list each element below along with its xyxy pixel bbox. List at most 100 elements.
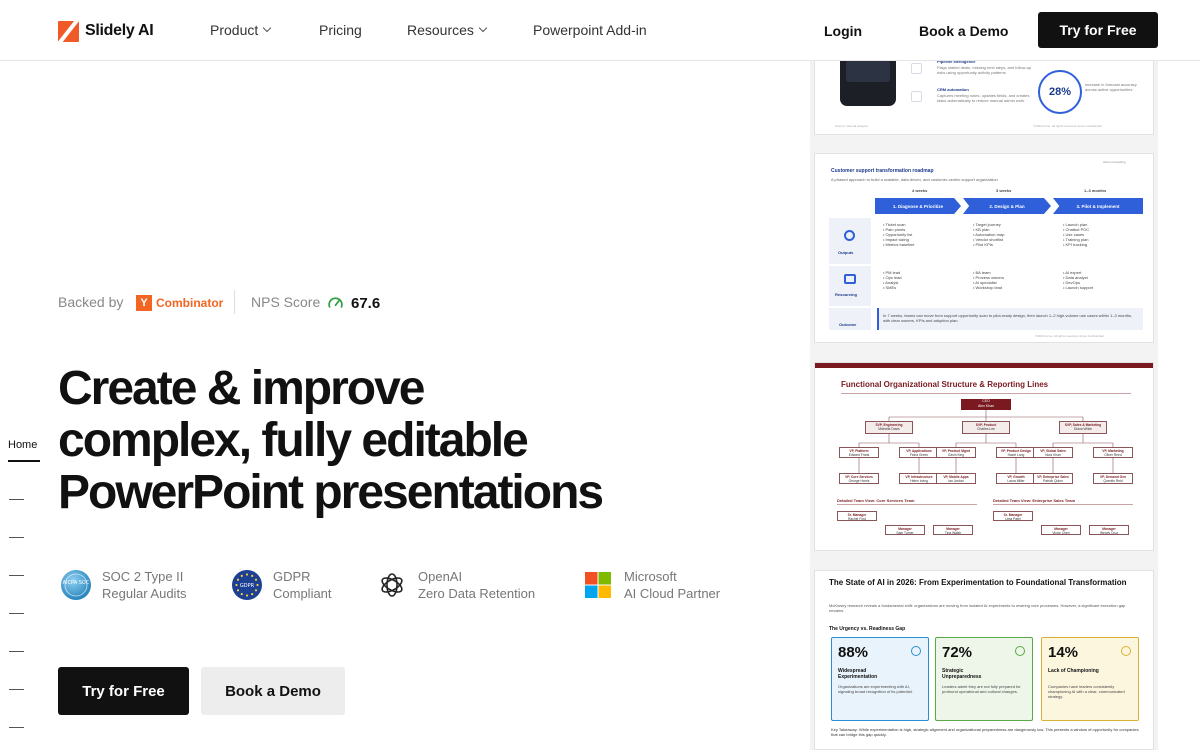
org-node-name: Victor Chen [1052,531,1070,535]
top-navbar: Slidely AI Product Pricing Resources Pow… [0,0,1200,61]
slide-subtitle: McKinsey research reveals a fundamental … [829,603,1126,613]
book-demo-link[interactable]: Book a Demo [919,23,1008,39]
rail-home-link[interactable]: Home [8,439,37,451]
slide-row-text: Captures meeting notes, updates fields, … [937,93,1030,103]
org-node: Sr. Manager Uma Patel [993,511,1033,521]
outcome-text: In 7 weeks, teams can move from support … [883,313,1133,323]
phase-cell: • PM lead • Ops lead • Analyst • SMEs [883,270,902,290]
rail-section-marker[interactable] [9,613,24,614]
nps-score-label: NPS Score [251,294,321,310]
badge-subtitle: Regular Audits [102,586,187,601]
stat-note: increase in forecast accuracy across act… [1085,82,1137,92]
nav-item-label: Pricing [319,22,362,38]
nav-item-pricing[interactable]: Pricing [319,22,362,38]
phase-duration: 1–3 months [1084,188,1107,193]
hero-headline: Create & improve complex, fully editable… [58,363,618,519]
org-node-name: Gavin King [947,453,965,457]
rail-section-marker[interactable] [9,727,24,728]
badge-title: SOC 2 Type II [102,569,184,584]
org-node: VP, Applications Fiona Green [899,447,939,458]
org-node: SVP, Sales & Marketing Diana White [1059,421,1107,434]
phase-cell: • AI expert • Data analyst • DevOps • La… [1063,270,1094,290]
slide-source: Source: Internal analysis [835,124,868,128]
phase-arrow: 1. Diagnose & Prioritize [875,198,961,214]
org-node: Manager Wendy Cruz [1089,525,1129,535]
org-node-name: Hazel Long [1007,453,1025,457]
stat-card: 14% Lack of Championing Companies have lea… [1041,637,1139,721]
stat-card-text: Companies have leaders consistently cham… [1048,684,1125,699]
org-node: VP, Global Sales Nora Khan [1033,447,1073,458]
openai-badge: OpenAI Zero Data Retention [376,568,535,602]
rail-section-marker[interactable] [9,651,24,652]
org-node: VP, Platform Edward Frank [839,447,879,458]
chart-icon [911,63,922,74]
slide-preview-state-of-ai[interactable]: The State of AI in 2026: From Experiment… [814,570,1154,750]
rail-active-indicator [8,460,40,462]
microsoft-icon [585,572,611,598]
badge-title: GDPR [273,569,311,584]
slide-brand: Acme Consulting [1103,160,1126,164]
rail-section-marker[interactable] [9,575,24,576]
aicpa-soc-icon: AICPA SOC [61,570,91,600]
hero-line: PowerPoint presentations [58,466,604,519]
org-node-name: Laura Miller [1007,479,1025,483]
org-node: Manager Victor Chen [1041,525,1081,535]
rail-section-marker[interactable] [9,499,24,500]
org-node: Manager Sam Turner [885,525,925,535]
slidely-logo-icon [58,20,79,42]
org-node: VP, Product Mgmt Gavin King [936,447,976,458]
row-label-outcome: Outcome [829,308,871,330]
org-node-name: Ian Jordan [948,479,964,483]
nps-score-value: 67.6 [351,295,381,312]
phase-cell: • Launch plan • Chatbot POC • Use cases … [1063,222,1090,247]
org-node-name: Oliver Reed [1104,453,1122,457]
phase-arrow: 2. Design & Plan [963,198,1051,214]
slide-preview-support-roadmap[interactable]: Acme Consulting Customer support transfo… [814,153,1154,343]
y-combinator-icon: Y [136,295,152,311]
org-node-name: Nora Khan [1045,453,1061,457]
nav-item-resources[interactable]: Resources [407,22,488,38]
stat-circle: 28% [1038,70,1082,114]
org-node-name: Wendy Cruz [1099,531,1119,535]
stat-card-icon [1121,646,1131,656]
nav-item-powerpoint-addin[interactable]: Powerpoint Add-in [533,22,647,38]
try-free-button[interactable]: Try for Free [1038,12,1158,48]
rail-section-marker[interactable] [9,537,24,538]
org-node-name: Charles Lee [977,427,995,431]
stat-card: 88% Widespread Experimentation Organizatio… [831,637,929,721]
org-node: VP, Enterprise Sales Patrick Quinn [1033,473,1073,484]
rail-section-marker[interactable] [9,689,24,690]
slide-title: Customer support transformation roadmap [831,168,934,174]
org-node: SVP, Engineering Michelle Davis [865,421,913,434]
nav-item-product[interactable]: Product [210,22,272,38]
slide-footer: ©2026 Acme. All rights reserved. Acme Co… [1033,124,1102,128]
org-node-name: Rachel Ford [848,517,866,521]
backed-by-label: Backed by [58,294,124,310]
team-view-label: Detailed Team View: Enterprise Sales Tea… [993,498,1076,503]
slide-preview-sales-ai[interactable]: Pipeline intelligence Flags stalled deal… [814,55,1154,135]
slide-row-text: Flags stalled deals, missing next steps,… [937,65,1032,75]
brand-logo[interactable]: Slidely AI [58,20,154,42]
row-label: Outputs [838,250,854,255]
stat-card-title: Strategic Unpreparedness [942,668,982,680]
stat-value: 28% [1048,86,1072,98]
phase-duration: 3 weeks [996,188,1012,193]
slide-preview-org-structure[interactable]: Functional Organizational Structure & Re… [814,362,1154,551]
org-node-name: George Harris [848,479,870,483]
phase-cell: • BA team • Process owners • AI speciali… [973,270,1004,290]
org-node: VP, Demand Gen Quentin Reid [1093,473,1133,484]
org-node: VP, Mobile Apps Ian Jordan [936,473,976,484]
org-node: VP, Product Design Hazel Long [996,447,1036,458]
badge-icon-text: GDPR [240,583,255,589]
robot-icon [911,91,922,102]
hero-line: complex, fully editable [58,414,529,467]
stat-card-value: 72% [942,644,973,661]
login-link[interactable]: Login [824,23,862,39]
slide-title: The State of AI in 2026: From Experiment… [829,578,1127,587]
stat-card-value: 14% [1048,644,1079,661]
section-heading: The Urgency vs. Readiness Gap [829,626,906,632]
badge-subtitle: Zero Data Retention [418,586,536,601]
slide-row-title: CRM automation [937,87,969,92]
hero-try-free-button[interactable]: Try for Free [58,667,189,715]
hero-book-demo-button[interactable]: Book a Demo [201,667,345,715]
